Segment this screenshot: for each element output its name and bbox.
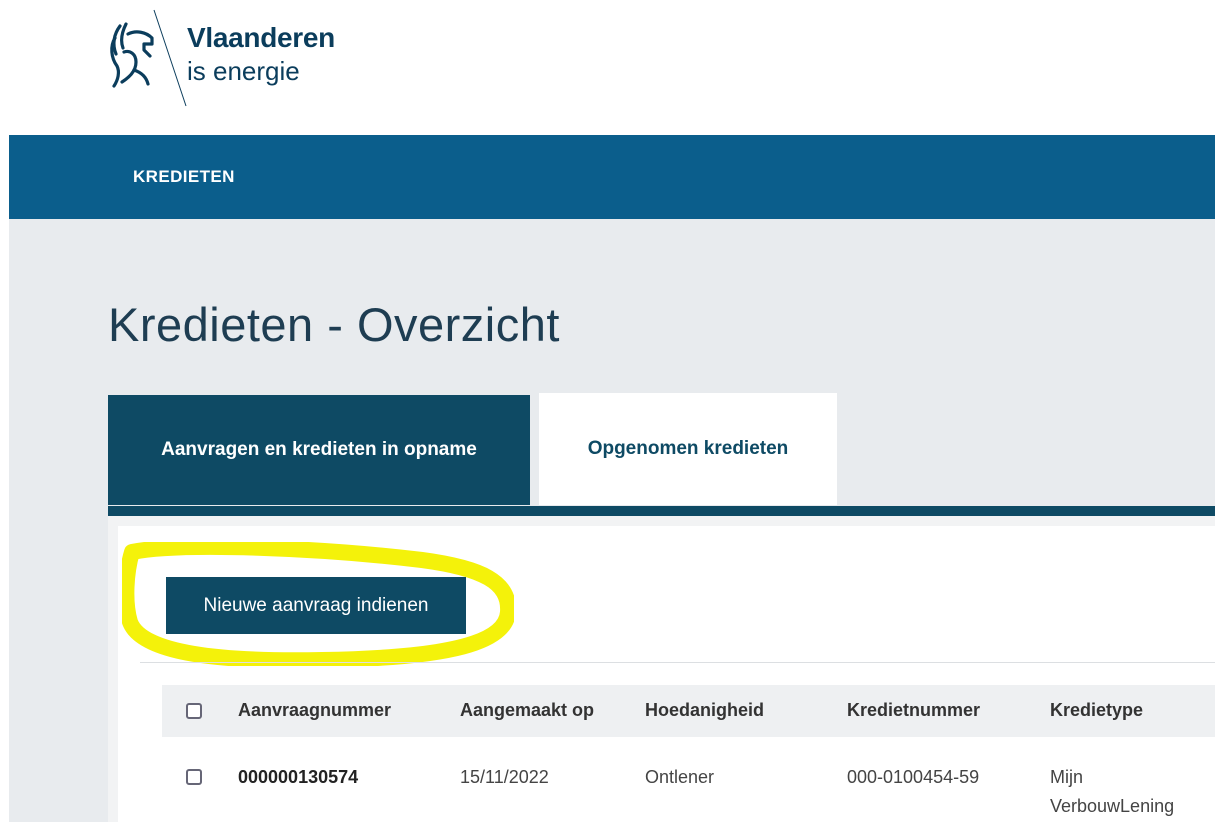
cell-hoedanigheid: Ontlener (645, 767, 715, 787)
table-header: Aanvraagnummer Aangemaakt op Hoedanighei… (162, 685, 1215, 737)
brand-title: Vlaanderen (187, 22, 335, 53)
column-header-aanvraagnummer[interactable]: Aanvraagnummer (238, 700, 391, 721)
table-row[interactable]: 000000130574 15/11/2022 Ontlener 000-010… (162, 737, 1215, 822)
column-header-aangemaakt-op[interactable]: Aangemaakt op (460, 700, 594, 721)
cell-kredietype: Mijn VerbouwLening (1050, 767, 1175, 816)
nav-item-kredieten[interactable]: KREDIETEN (133, 167, 235, 187)
row-checkbox[interactable] (186, 769, 202, 785)
select-all-checkbox[interactable] (186, 703, 202, 719)
logo-separator (153, 9, 187, 107)
column-header-hoedanigheid[interactable]: Hoedanigheid (645, 700, 764, 721)
vlaanderen-lion-logo-icon[interactable] (106, 20, 158, 92)
new-request-button[interactable]: Nieuwe aanvraag indienen (166, 577, 466, 634)
section-divider (140, 662, 1215, 663)
tab-underline (108, 506, 1215, 516)
cell-kredietnummer: 000-0100454-59 (847, 767, 980, 787)
tab-opgenomen-kredieten[interactable]: Opgenomen kredieten (539, 393, 837, 505)
brand-subtitle: is energie (187, 56, 300, 86)
site-header: Vlaanderen is energie (0, 0, 1215, 135)
tab-aanvragen-en-kredieten[interactable]: Aanvragen en kredieten in opname (108, 395, 530, 505)
cell-aanvraagnummer[interactable]: 000000130574 (238, 767, 358, 788)
cell-aangemaakt-op: 15/11/2022 (460, 767, 549, 787)
column-header-kredietype[interactable]: Kredietype (1050, 700, 1143, 721)
column-header-kredietnummer[interactable]: Kredietnummer (847, 700, 980, 721)
main-navigation: KREDIETEN (9, 135, 1215, 219)
page-title: Kredieten - Overzicht (108, 298, 560, 351)
